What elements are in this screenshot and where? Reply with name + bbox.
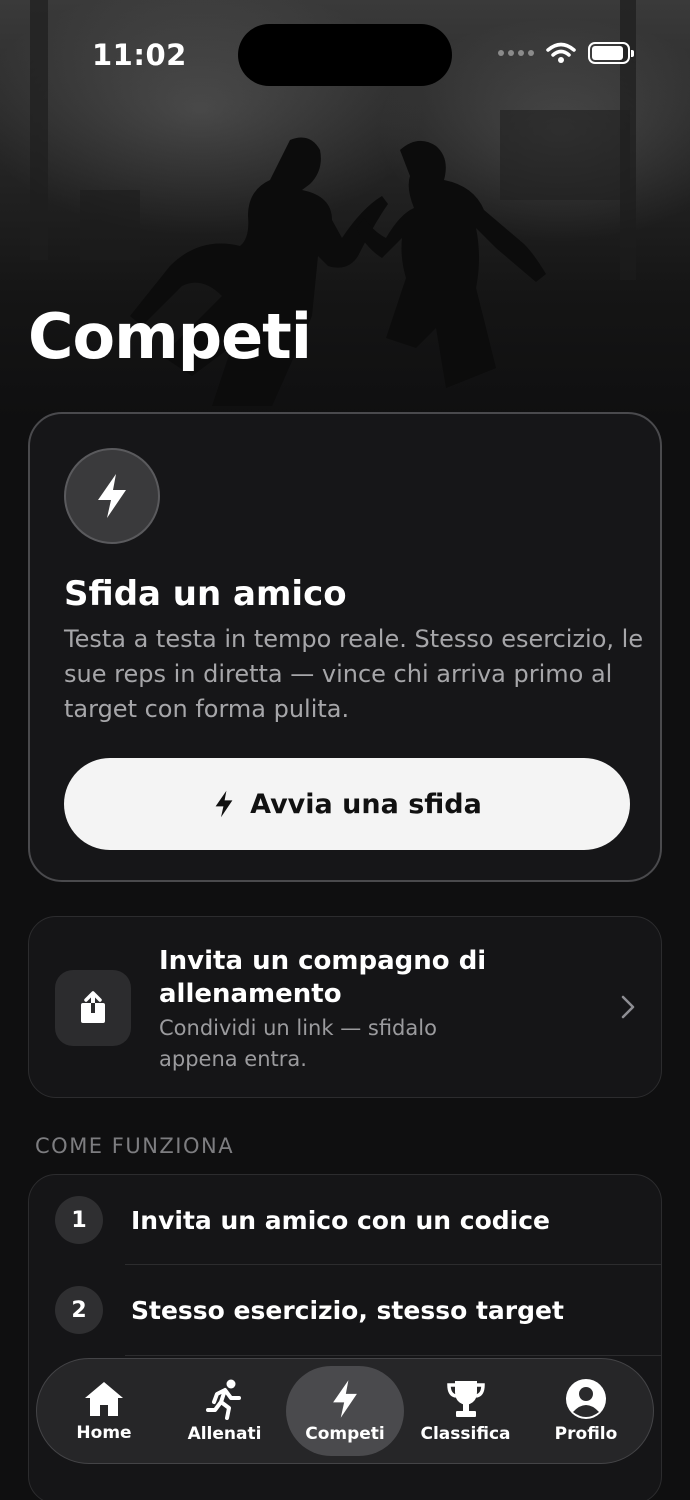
wifi-icon xyxy=(546,42,576,63)
invite-title: Invita un compagno di allenamento xyxy=(159,946,487,1009)
cellular-signal-icon xyxy=(498,50,534,56)
page-title: Competi xyxy=(28,300,312,373)
start-challenge-label: Avvia una sfida xyxy=(250,788,482,820)
tab-bar: Home Allenati Competi Classifica Profilo xyxy=(36,1358,654,1464)
tab-classifica[interactable]: Classifica xyxy=(407,1366,525,1456)
battery-icon xyxy=(588,42,634,64)
battery-level xyxy=(592,46,623,60)
bolt-icon xyxy=(64,448,160,544)
tab-label: Competi xyxy=(305,1424,385,1444)
runner-icon xyxy=(205,1379,241,1420)
dynamic-island xyxy=(238,24,452,86)
step-number: 2 xyxy=(55,1286,103,1334)
home-icon xyxy=(85,1382,123,1416)
tab-label: Home xyxy=(76,1423,132,1443)
share-icon xyxy=(55,970,131,1046)
tab-label: Profilo xyxy=(554,1424,618,1444)
tab-allenati[interactable]: Allenati xyxy=(166,1366,284,1456)
step-number: 1 xyxy=(55,1196,103,1244)
profile-icon xyxy=(566,1379,606,1419)
section-label-how-it-works: COME FUNZIONA xyxy=(35,1134,235,1158)
tab-profilo[interactable]: Profilo xyxy=(527,1366,645,1456)
start-challenge-button[interactable]: Avvia una sfida xyxy=(64,758,630,850)
list-item: 1 Invita un amico con un codice xyxy=(29,1175,661,1265)
bolt-icon xyxy=(333,1380,357,1418)
challenge-title: Sfida un amico xyxy=(64,574,347,614)
tab-competi[interactable]: Competi xyxy=(286,1366,404,1456)
status-time: 11:02 xyxy=(92,38,187,72)
step-text: Stesso esercizio, stesso target xyxy=(131,1295,564,1325)
tab-label: Allenati xyxy=(187,1424,262,1444)
challenge-friend-card: Sfida un amico Testa a testa in tempo re… xyxy=(28,412,662,882)
bolt-icon xyxy=(215,790,233,818)
challenge-description: Testa a testa in tempo reale. Stesso ese… xyxy=(64,625,644,723)
divider xyxy=(125,1355,661,1356)
tab-home[interactable]: Home xyxy=(45,1366,163,1456)
tab-label: Classifica xyxy=(420,1424,511,1444)
invite-partner-row[interactable]: Invita un compagno di allenamento Condiv… xyxy=(28,916,662,1098)
chevron-right-icon xyxy=(621,995,635,1019)
list-item: 2 Stesso esercizio, stesso target xyxy=(29,1265,661,1355)
step-text: Invita un amico con un codice xyxy=(131,1205,551,1235)
invite-subtitle: Condividi un link — sfidalo appena entra… xyxy=(159,1016,437,1071)
trophy-icon xyxy=(446,1381,485,1417)
status-indicators xyxy=(498,42,634,64)
